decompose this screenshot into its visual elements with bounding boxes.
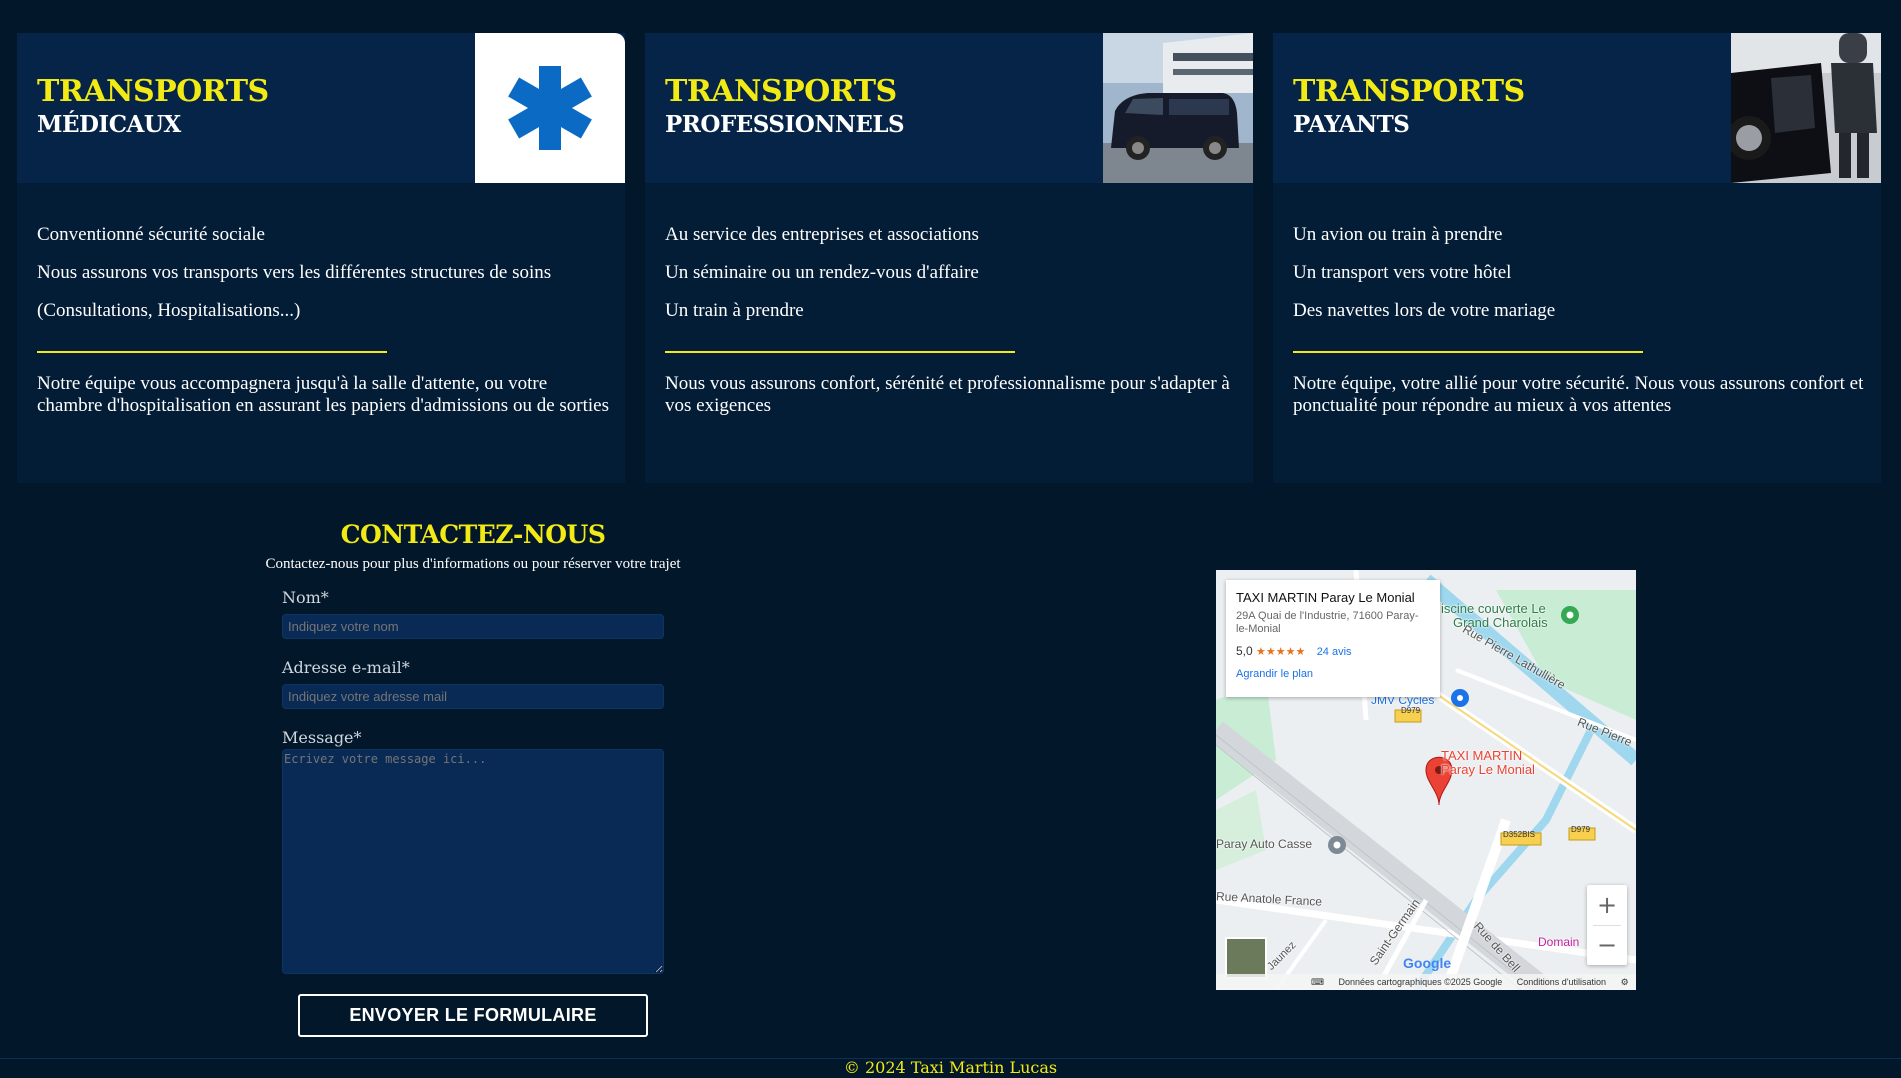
poi-piscine[interactable]: iscine couverte Le Grand Charolais xyxy=(1441,602,1548,630)
marker-label[interactable]: TAXI MARTIN Paray Le Monial xyxy=(1441,749,1535,777)
card-description: Notre équipe vous accompagnera jusqu'à l… xyxy=(37,373,609,416)
marker-label-line: Paray Le Monial xyxy=(1441,762,1535,777)
star-of-life-icon xyxy=(475,33,625,183)
poi-domain[interactable]: Domain xyxy=(1538,935,1579,949)
card-line: Nous assurons vos transports vers les di… xyxy=(37,262,552,283)
van-photo xyxy=(1103,33,1253,183)
card-line: Un avion ou train à prendre xyxy=(1293,224,1503,245)
card-lines: Conventionné sécurité sociale Nous assur… xyxy=(37,216,551,330)
card-line: Un train à prendre xyxy=(665,300,804,321)
zoom-in-button[interactable]: + xyxy=(1587,885,1627,925)
google-logo: Google xyxy=(1403,955,1452,971)
poi-label: Grand Charolais xyxy=(1453,615,1548,630)
service-cards: TRANSPORTS MÉDICAUX Conventionné sécurit… xyxy=(17,33,1883,483)
copyright: © 2024 Taxi Martin Lucas xyxy=(843,1058,1058,1077)
contact-subtitle: Contactez-nous pour plus d'informations … xyxy=(265,556,681,572)
card-header: TRANSPORTS MÉDICAUX xyxy=(17,33,625,183)
card-description: Notre équipe, votre allié pour votre séc… xyxy=(1293,373,1864,416)
card-header: TRANSPORTS PAYANTS xyxy=(1273,33,1881,183)
road-shield-label: D979 xyxy=(1571,825,1591,834)
name-label: Nom* xyxy=(282,588,329,607)
submit-button[interactable]: ENVOYER LE FORMULAIRE xyxy=(298,994,648,1037)
card-lines: Un avion ou train à prendre Un transport… xyxy=(1293,216,1555,330)
zoom-divider xyxy=(1593,925,1621,926)
star-rating-icon: ★★★★★ xyxy=(1256,646,1306,658)
card-line: (Consultations, Hospitalisations...) xyxy=(37,300,301,321)
google-map[interactable]: D979 D352BIS D979 iscine couverte Le Gra… xyxy=(1216,570,1636,990)
card-divider xyxy=(37,351,387,353)
card-subtitle: PAYANTS xyxy=(1293,111,1410,138)
poi-paray-auto-casse[interactable]: Paray Auto Casse xyxy=(1216,837,1312,851)
card-divider xyxy=(665,351,1015,353)
road-shield-label: D352BIS xyxy=(1503,830,1536,839)
zoom-out-button[interactable]: − xyxy=(1587,925,1627,965)
card-header: TRANSPORTS PROFESSIONNELS xyxy=(645,33,1253,183)
chauffeur-car-photo xyxy=(1731,33,1881,183)
card-title: TRANSPORTS xyxy=(665,74,897,109)
card-line: Un transport vers votre hôtel xyxy=(1293,262,1512,283)
card-line: Conventionné sécurité sociale xyxy=(37,224,265,245)
enlarge-map-link[interactable]: Agrandir le plan xyxy=(1236,668,1430,680)
card-divider xyxy=(1293,351,1643,353)
keyboard-icon[interactable]: ⌨ xyxy=(1311,977,1324,987)
email-label: Adresse e-mail* xyxy=(282,658,410,677)
gear-icon[interactable]: ⚙ xyxy=(1621,977,1629,987)
card-line: Des navettes lors de votre mariage xyxy=(1293,300,1556,321)
card-paid: TRANSPORTS PAYANTS Un avion ou train à p… xyxy=(1273,33,1881,483)
message-field[interactable] xyxy=(282,749,664,974)
place-rating: 5,0 ★★★★★ 24 avis xyxy=(1236,644,1430,658)
card-lines: Au service des entreprises et associatio… xyxy=(665,216,979,330)
message-label: Message* xyxy=(282,728,362,747)
card-medical: TRANSPORTS MÉDICAUX Conventionné sécurit… xyxy=(17,33,625,483)
road-shield-label: D979 xyxy=(1401,706,1421,715)
card-title: TRANSPORTS xyxy=(37,74,269,109)
place-card: TAXI MARTIN Paray Le Monial 29A Quai de … xyxy=(1226,580,1440,697)
card-subtitle: PROFESSIONNELS xyxy=(665,111,905,138)
marker-label-line: TAXI MARTIN xyxy=(1441,748,1523,763)
card-line: Un séminaire ou un rendez-vous d'affaire xyxy=(665,262,979,283)
reviews-link[interactable]: 24 avis xyxy=(1317,646,1352,658)
card-title: TRANSPORTS xyxy=(1293,74,1525,109)
terms-link[interactable]: Conditions d'utilisation xyxy=(1517,977,1606,987)
place-name: TAXI MARTIN Paray Le Monial xyxy=(1236,590,1415,605)
email-field[interactable] xyxy=(282,684,664,709)
poi-label: iscine couverte Le xyxy=(1441,601,1546,616)
card-description: Nous vous assurons confort, sérénité et … xyxy=(665,373,1230,416)
zoom-controls: + − xyxy=(1587,885,1627,965)
card-professional: TRANSPORTS PROFESSIONNELS Au service des… xyxy=(645,33,1253,483)
card-line: Au service des entreprises et associatio… xyxy=(665,224,979,245)
rating-value: 5,0 xyxy=(1236,644,1253,658)
place-address: 29A Quai de l'Industrie, 71600 Paray-le-… xyxy=(1236,610,1419,635)
map-data-credit: Données cartographiques ©2025 Google xyxy=(1338,977,1503,987)
contact-title: CONTACTEZ-NOUS xyxy=(340,520,606,549)
map-attribution: ⌨ Données cartographiques ©2025 Google C… xyxy=(1216,974,1636,990)
card-subtitle: MÉDICAUX xyxy=(37,111,181,138)
name-field[interactable] xyxy=(282,614,664,639)
